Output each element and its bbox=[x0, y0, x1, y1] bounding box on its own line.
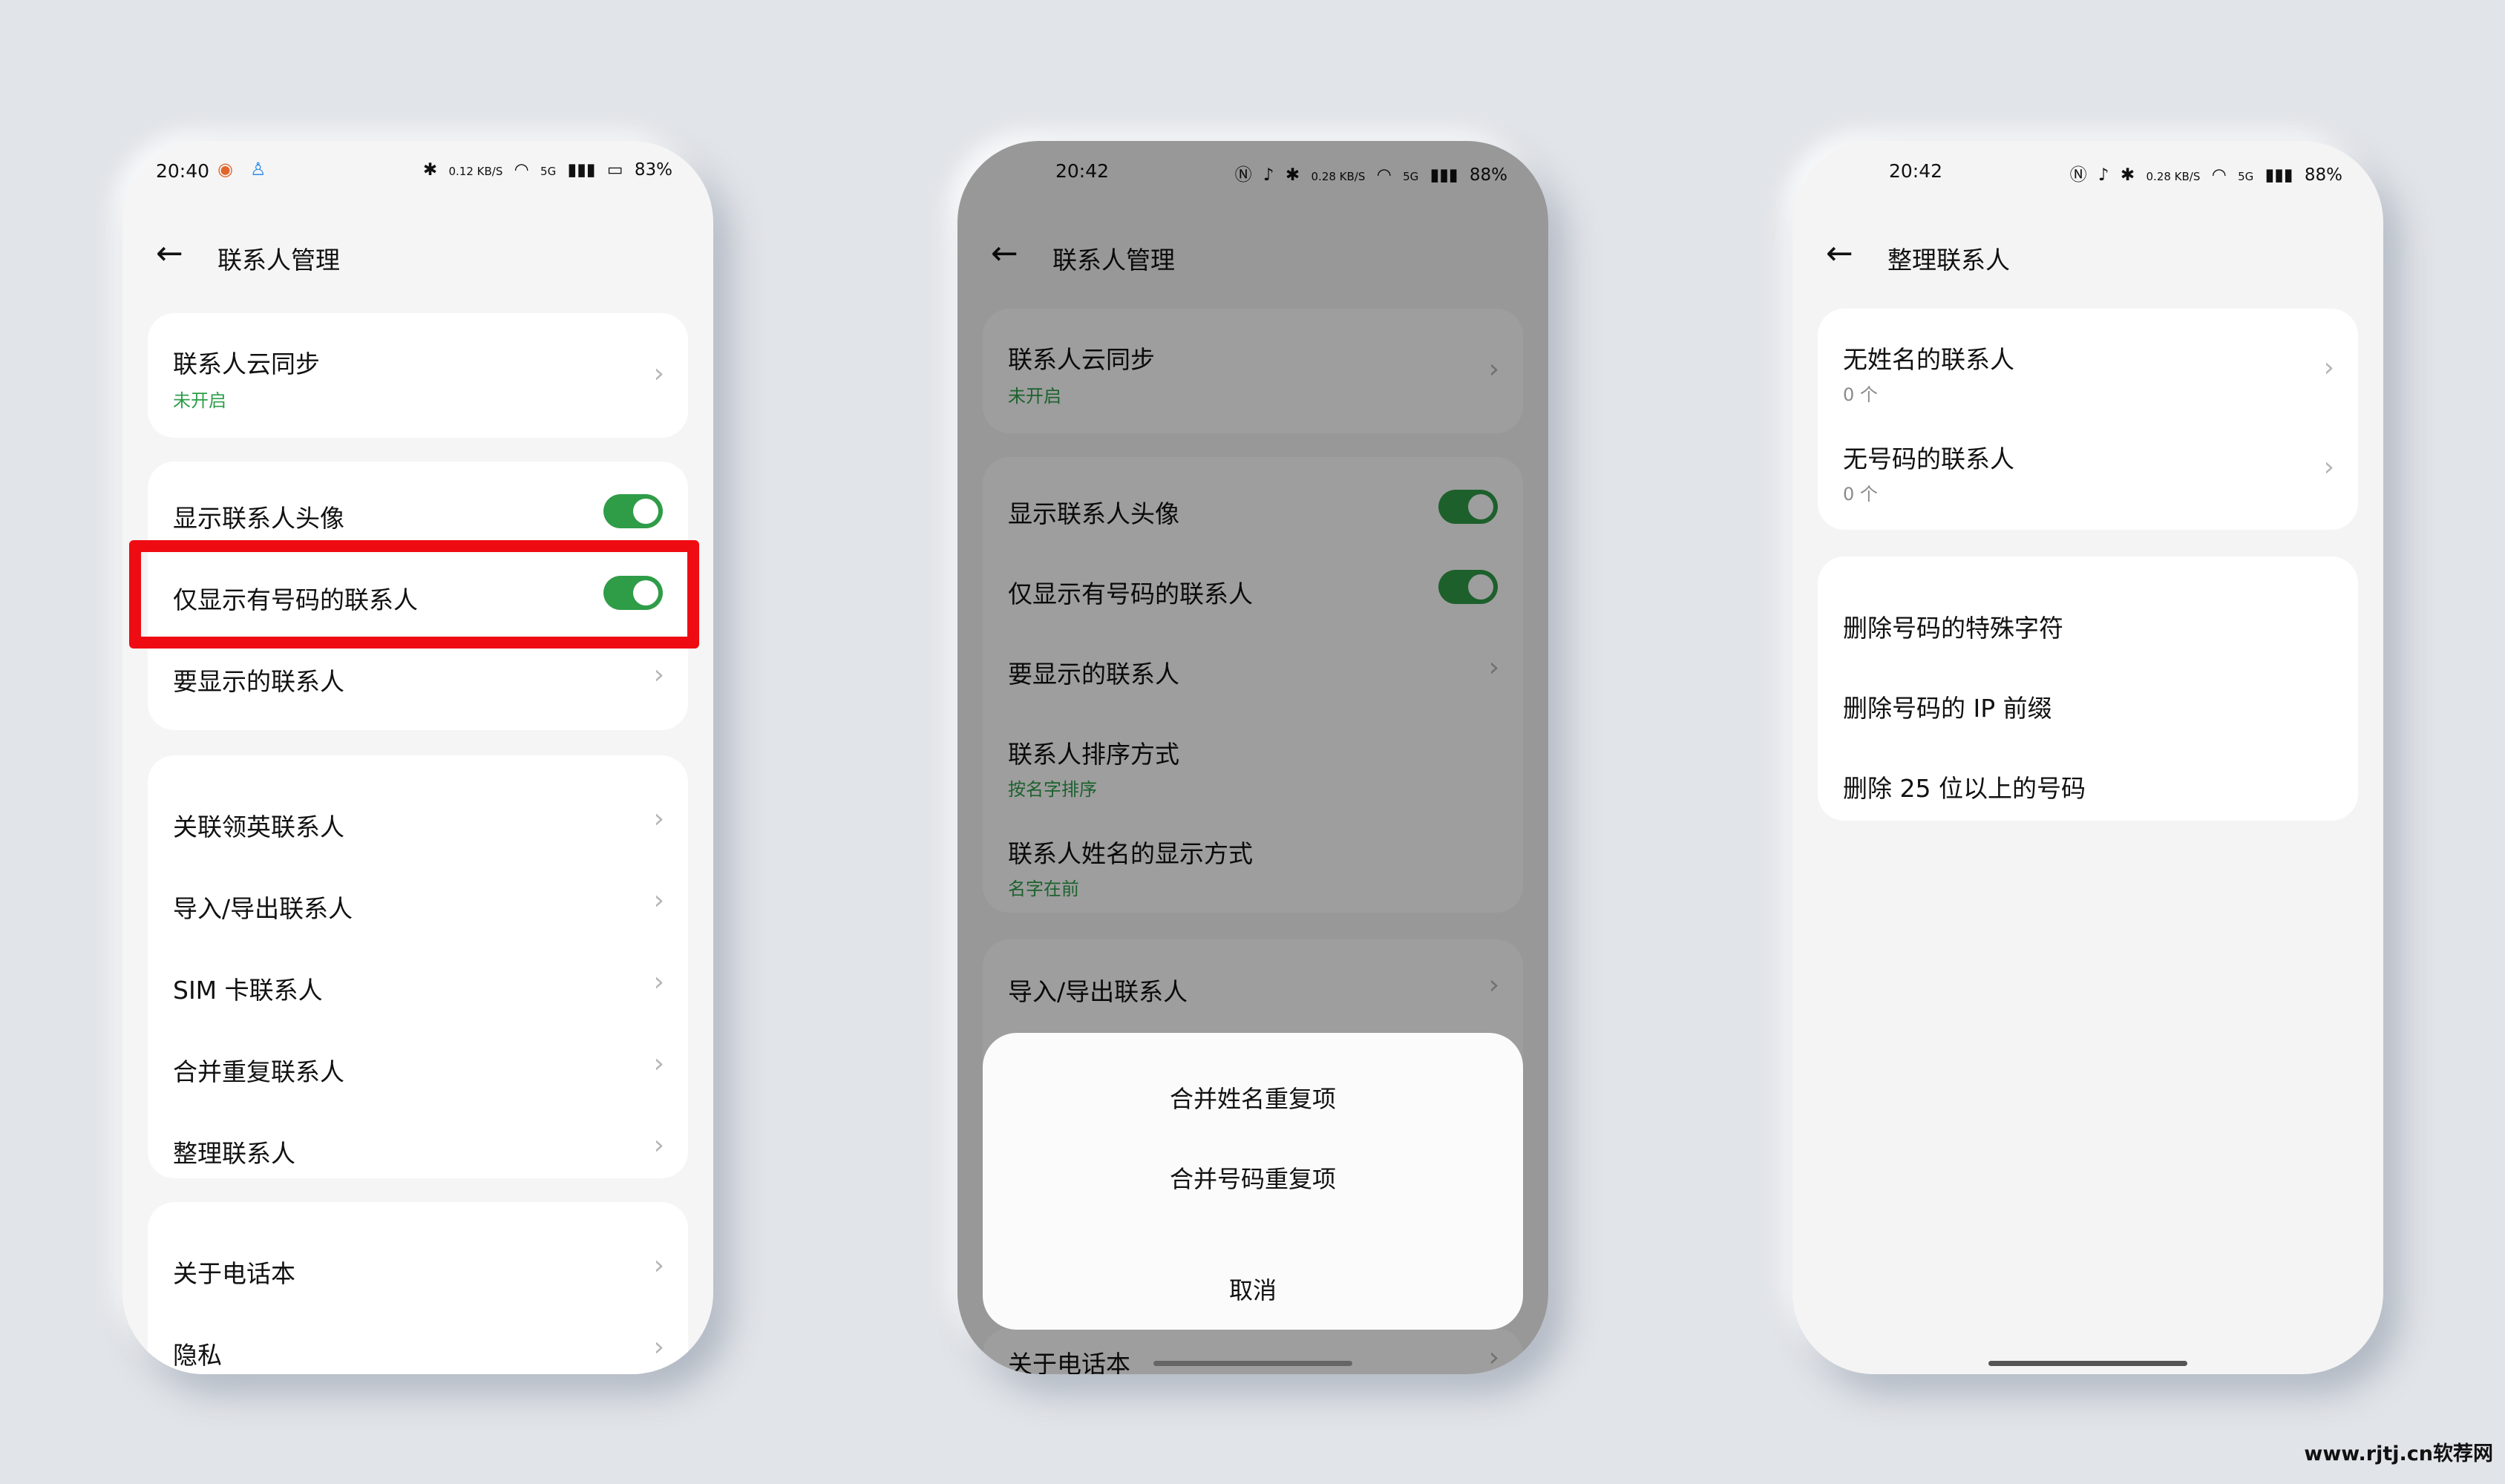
page-title: 整理联系人 bbox=[1887, 246, 2010, 275]
remove-long-numbers-label: 删除 25 位以上的号码 bbox=[1843, 774, 2086, 803]
privacy-item[interactable]: 隐私 › bbox=[148, 1306, 688, 1374]
list-item[interactable]: 合并重复联系人 › bbox=[148, 1022, 688, 1104]
status-time: 20:40 bbox=[156, 160, 210, 182]
signal-icon: ▮▮▮ bbox=[2265, 165, 2293, 185]
cloud-sync-item[interactable]: 联系人云同步 未开启 › bbox=[148, 313, 688, 438]
privacy-label: 隐私 bbox=[173, 1341, 222, 1370]
chevron-right-icon: › bbox=[2323, 452, 2334, 482]
status-bar: 20:40 ◉ ♙ ✱ 0.12 KB/S ◠ 5G ▮▮▮ ▭ 83% bbox=[122, 141, 713, 200]
chevron-right-icon: › bbox=[653, 804, 664, 834]
cloud-sync-label: 联系人云同步 bbox=[173, 349, 320, 378]
merge-number-duplicates-button[interactable]: 合并号码重复项 bbox=[983, 1160, 1523, 1195]
nfc-icon: Ⓝ bbox=[2069, 165, 2087, 185]
merge-name-duplicates-button[interactable]: 合并姓名重复项 bbox=[983, 1080, 1523, 1114]
signal-label: 5G bbox=[2238, 170, 2254, 183]
incomplete-contacts-card: 无姓名的联系人 0 个 › 无号码的联系人 0 个 › bbox=[1818, 309, 2358, 530]
about-card: 关于电话本 › 隐私 › bbox=[148, 1202, 688, 1374]
chevron-right-icon: › bbox=[653, 1048, 664, 1079]
title-bar: ← 整理联系人 bbox=[1792, 223, 2383, 289]
page-title: 联系人管理 bbox=[217, 246, 340, 275]
back-arrow-icon[interactable]: ← bbox=[156, 237, 183, 270]
chevron-right-icon: › bbox=[653, 885, 664, 916]
mute-icon: ♪ bbox=[2098, 165, 2109, 185]
back-arrow-icon[interactable]: ← bbox=[1826, 237, 1853, 270]
cloud-sync-card: 联系人云同步 未开启 › bbox=[148, 313, 688, 438]
list-item-label: 合并重复联系人 bbox=[173, 1057, 344, 1086]
list-item-label: 关联领英联系人 bbox=[173, 812, 344, 841]
net-speed: 0.28 KB/S bbox=[2146, 170, 2201, 183]
chevron-right-icon: › bbox=[2323, 352, 2334, 383]
chevron-right-icon: › bbox=[653, 1250, 664, 1281]
list-item[interactable]: 关联领英联系人 › bbox=[148, 778, 688, 859]
status-bar: 20:42 Ⓝ ♪ ✱ 0.28 KB/S ◠ 5G ▮▮▮ 88% bbox=[1792, 141, 2383, 200]
highlight-box bbox=[129, 540, 699, 649]
list-item[interactable]: SIM 卡联系人 › bbox=[148, 941, 688, 1022]
no-name-contacts-label: 无姓名的联系人 bbox=[1843, 345, 2014, 374]
title-bar: ← 联系人管理 bbox=[122, 223, 713, 289]
weibo-notification-icon: ◉ bbox=[217, 159, 233, 180]
wifi-icon: ◠ bbox=[2211, 165, 2227, 185]
list-item[interactable]: 删除号码的特殊字符 bbox=[1818, 582, 2358, 662]
phone-screen-merge-sheet: 20:42 Ⓝ ♪ ✱ 0.28 KB/S ◠ 5G ▮▮▮ 88% ← 联系人… bbox=[957, 141, 1548, 1374]
show-avatar-item: 显示联系人头像 bbox=[148, 462, 688, 543]
chevron-right-icon: › bbox=[653, 358, 664, 389]
cancel-button[interactable]: 取消 bbox=[983, 1272, 1523, 1306]
battery-icon: ▭ bbox=[606, 160, 623, 180]
list-item[interactable]: 导入/导出联系人 › bbox=[148, 859, 688, 941]
no-number-contacts-count: 0 个 bbox=[1843, 484, 1878, 505]
wifi-icon: ◠ bbox=[514, 160, 529, 180]
signal-label: 5G bbox=[540, 165, 557, 178]
chevron-right-icon: › bbox=[653, 660, 664, 690]
signal-icon: ▮▮▮ bbox=[567, 160, 596, 180]
site-watermark: www.rjtj.cn软荐网 bbox=[2304, 1442, 2493, 1465]
bluetooth-icon: ✱ bbox=[422, 160, 438, 180]
list-item[interactable]: 删除 25 位以上的号码 bbox=[1818, 742, 2358, 822]
contacts-tools-card: 关联领英联系人 › 导入/导出联系人 › SIM 卡联系人 › 合并重复联系人 … bbox=[148, 755, 688, 1178]
list-item-label: SIM 卡联系人 bbox=[173, 976, 323, 1005]
home-indicator[interactable] bbox=[1988, 1361, 2187, 1366]
status-icons: Ⓝ ♪ ✱ 0.28 KB/S ◠ 5G ▮▮▮ 88% bbox=[2064, 160, 2342, 186]
phone-screen-organize-contacts: 20:42 Ⓝ ♪ ✱ 0.28 KB/S ◠ 5G ▮▮▮ 88% ← 整理联… bbox=[1792, 141, 2383, 1374]
home-indicator[interactable] bbox=[1153, 1361, 1352, 1366]
remove-ip-prefix-label: 删除号码的 IP 前缀 bbox=[1843, 694, 2052, 723]
list-item[interactable]: 删除号码的 IP 前缀 bbox=[1818, 662, 2358, 742]
about-label: 关于电话本 bbox=[173, 1259, 295, 1288]
cleanup-actions-card: 删除号码的特殊字符 删除号码的 IP 前缀 删除 25 位以上的号码 bbox=[1818, 556, 2358, 821]
qq-notification-icon: ♙ bbox=[250, 159, 266, 180]
show-avatar-label: 显示联系人头像 bbox=[173, 504, 344, 533]
net-speed: 0.12 KB/S bbox=[448, 165, 503, 178]
cloud-sync-status: 未开启 bbox=[173, 390, 226, 411]
status-time: 20:42 bbox=[1889, 160, 1943, 182]
bluetooth-icon: ✱ bbox=[2120, 165, 2135, 185]
battery-level: 88% bbox=[2304, 165, 2342, 185]
chevron-right-icon: › bbox=[653, 1332, 664, 1362]
remove-special-chars-label: 删除号码的特殊字符 bbox=[1843, 614, 2063, 643]
merge-action-sheet: 合并姓名重复项 合并号码重复项 取消 bbox=[983, 1033, 1523, 1330]
list-item[interactable]: 整理联系人 › bbox=[148, 1104, 688, 1178]
battery-level: 83% bbox=[634, 160, 672, 180]
no-name-contacts-item[interactable]: 无姓名的联系人 0 个 › bbox=[1818, 309, 2358, 408]
show-avatar-toggle[interactable] bbox=[603, 494, 663, 528]
phone-screen-contact-management: 20:40 ◉ ♙ ✱ 0.12 KB/S ◠ 5G ▮▮▮ ▭ 83% ← 联… bbox=[122, 141, 713, 1374]
about-item[interactable]: 关于电话本 › bbox=[148, 1224, 688, 1306]
chevron-right-icon: › bbox=[653, 967, 664, 997]
no-number-contacts-item[interactable]: 无号码的联系人 0 个 › bbox=[1818, 408, 2358, 508]
no-name-contacts-count: 0 个 bbox=[1843, 384, 1878, 405]
chevron-right-icon: › bbox=[653, 1130, 664, 1160]
status-icons: ✱ 0.12 KB/S ◠ 5G ▮▮▮ ▭ 83% bbox=[417, 160, 672, 180]
no-number-contacts-label: 无号码的联系人 bbox=[1843, 444, 2014, 473]
list-item-label: 导入/导出联系人 bbox=[173, 894, 353, 923]
contacts-to-display-label: 要显示的联系人 bbox=[173, 667, 344, 696]
list-item-label: 整理联系人 bbox=[173, 1139, 295, 1168]
